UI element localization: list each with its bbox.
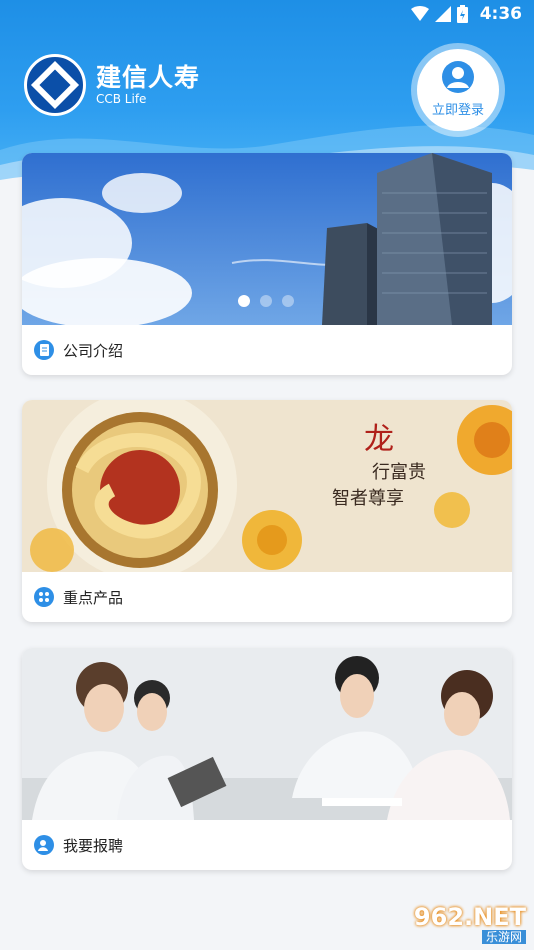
company-banner-image — [22, 153, 512, 325]
status-bar: 4:36 — [0, 0, 534, 28]
key-products-label: 重点产品 — [63, 588, 124, 607]
recruitment-card[interactable]: 我要报聘 — [22, 648, 512, 870]
page-dot-active[interactable] — [238, 295, 250, 307]
recruitment-banner-image — [22, 648, 512, 820]
login-label: 立即登录 — [431, 103, 484, 118]
user-avatar-icon — [442, 61, 474, 93]
user-edit-icon — [34, 835, 54, 855]
status-time: 4:36 — [479, 4, 522, 24]
watermark-sub: 乐游网 — [481, 930, 526, 944]
wifi-icon — [411, 6, 429, 21]
company-intro-label: 公司介绍 — [63, 341, 124, 360]
ccb-logo-icon — [24, 54, 86, 116]
products-banner-image: 龙 行富贵 智者尊享 — [22, 400, 512, 572]
watermark: 962.NET 乐游网 — [400, 904, 526, 944]
login-button[interactable]: 立即登录 — [411, 43, 505, 137]
brand-logo: 建信人寿 CCB Life — [24, 54, 200, 116]
page-dot[interactable] — [282, 295, 294, 307]
watermark-main: 962.NET — [413, 903, 526, 931]
signal-icon — [435, 6, 451, 22]
recruitment-label: 我要报聘 — [63, 836, 124, 855]
grid-icon — [34, 587, 54, 607]
brand-name-cn: 建信人寿 — [96, 63, 201, 92]
banner-page-indicator — [238, 295, 294, 307]
key-products-card[interactable]: 龙 行富贵 智者尊享 重点产品 — [22, 400, 512, 622]
battery-icon — [457, 5, 468, 23]
brand-name-en: CCB Life — [96, 92, 147, 106]
calligraphy-text: 龙 行富贵 智者尊享 — [332, 422, 426, 509]
document-icon — [34, 340, 54, 360]
company-intro-card[interactable]: 公司介绍 — [22, 153, 512, 375]
page-dot[interactable] — [260, 295, 272, 307]
